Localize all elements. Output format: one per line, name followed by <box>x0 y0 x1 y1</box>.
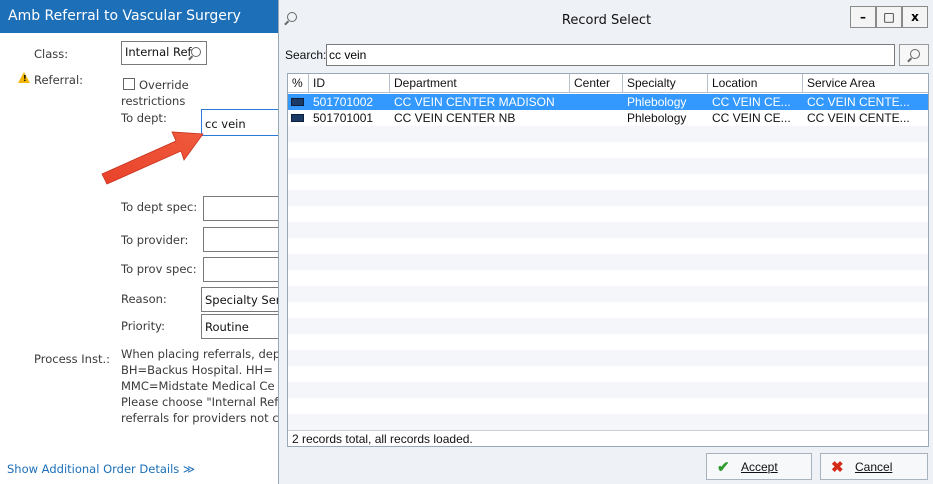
to-prov-spec-label: To prov spec: <box>121 262 197 276</box>
cell-id: 501701001 <box>313 111 374 125</box>
cell-location: CC VEIN CE... <box>712 111 791 125</box>
cancel-label: Cancel <box>855 460 893 474</box>
grid-header: % ID Department Center Specialty Locatio… <box>288 74 928 93</box>
dialog-titlebar: Record Select – □ x <box>279 0 933 36</box>
show-additional-details-link[interactable]: Show Additional Order Details ≫ <box>7 462 195 476</box>
accept-button[interactable]: ✔ Accept <box>706 453 812 480</box>
process-line: Please choose "Internal Ref <box>121 395 278 409</box>
maximize-button[interactable]: □ <box>876 6 902 28</box>
cancel-button[interactable]: ✖ Cancel <box>820 453 928 480</box>
search-label: Search: <box>285 48 327 62</box>
close-x-icon: ✖ <box>831 459 844 476</box>
record-icon <box>291 98 304 106</box>
search-input[interactable]: cc vein <box>326 44 895 66</box>
cell-department: CC VEIN CENTER MADISON <box>394 95 555 109</box>
to-provider-label: To provider: <box>121 233 189 247</box>
to-prov-spec-input[interactable] <box>203 257 278 282</box>
process-line: MMC=Midstate Medical Ce <box>121 379 275 393</box>
col-header-specialty[interactable]: Specialty <box>623 74 708 93</box>
priority-label: Priority: <box>121 319 165 333</box>
cell-specialty: Phlebology <box>627 111 687 125</box>
override-checkbox[interactable] <box>123 78 135 90</box>
col-header-service-area[interactable]: Service Area <box>803 74 928 93</box>
reason-field[interactable]: Specialty Ser <box>201 287 278 312</box>
search-icon[interactable] <box>191 47 201 57</box>
col-header-center[interactable]: Center <box>570 74 623 93</box>
referral-panel: Amb Referral to Vascular Surgery Class: … <box>0 0 278 484</box>
referral-label: Referral: <box>34 73 84 87</box>
warning-icon: ! <box>18 72 30 83</box>
process-inst-label: Process Inst.: <box>34 352 110 366</box>
process-instructions: When placing referrals, dep BH=Backus Ho… <box>121 346 278 426</box>
record-select-dialog: Record Select – □ x Search: cc vein % ID… <box>278 0 933 484</box>
override-label-2: restrictions <box>121 94 186 108</box>
dialog-title: Record Select <box>561 13 652 28</box>
search-button[interactable] <box>899 44 929 66</box>
cell-center <box>570 110 623 126</box>
process-line: BH=Backus Hospital. HH= <box>121 363 273 377</box>
cell-service-area: CC VEIN CENTE... <box>807 95 910 109</box>
cell-center <box>570 94 623 110</box>
to-dept-spec-label: To dept spec: <box>121 200 198 214</box>
cell-specialty: Phlebology <box>627 95 687 109</box>
minimize-button[interactable]: – <box>850 6 876 28</box>
search-icon <box>910 49 920 59</box>
override-label: Override <box>139 78 189 92</box>
cell-id: 501701002 <box>313 95 374 109</box>
to-provider-input[interactable] <box>203 227 278 252</box>
priority-field[interactable]: Routine <box>201 314 278 339</box>
col-header-location[interactable]: Location <box>708 74 803 93</box>
cell-location: CC VEIN CE... <box>712 95 791 109</box>
status-bar: 2 records total, all records loaded. <box>288 430 928 446</box>
process-line: referrals for providers not c <box>121 411 278 425</box>
to-dept-spec-input[interactable] <box>203 196 278 221</box>
results-grid: % ID Department Center Specialty Locatio… <box>287 73 929 447</box>
class-label: Class: <box>34 47 69 61</box>
to-dept-input[interactable]: cc vein <box>201 109 278 136</box>
table-row[interactable]: 501701001 CC VEIN CENTER NB Phlebology C… <box>288 110 928 126</box>
record-icon <box>291 114 304 122</box>
col-header-department[interactable]: Department <box>390 74 570 93</box>
col-header-id[interactable]: ID <box>309 74 390 93</box>
table-row[interactable]: 501701002 CC VEIN CENTER MADISON Phlebol… <box>288 94 928 110</box>
close-button[interactable]: x <box>902 6 928 28</box>
check-icon: ✔ <box>717 459 730 476</box>
process-line: When placing referrals, dep <box>121 347 278 361</box>
class-value: Internal Ref <box>125 45 192 59</box>
reason-label: Reason: <box>121 292 167 306</box>
class-field[interactable]: Internal Ref <box>121 41 207 65</box>
accept-label: Accept <box>741 460 778 474</box>
cell-service-area: CC VEIN CENTE... <box>807 111 910 125</box>
referral-title: Amb Referral to Vascular Surgery <box>0 0 278 33</box>
cell-department: CC VEIN CENTER NB <box>394 111 516 125</box>
red-arrow-annotation <box>101 131 204 185</box>
col-header-percent[interactable]: % <box>288 74 309 93</box>
